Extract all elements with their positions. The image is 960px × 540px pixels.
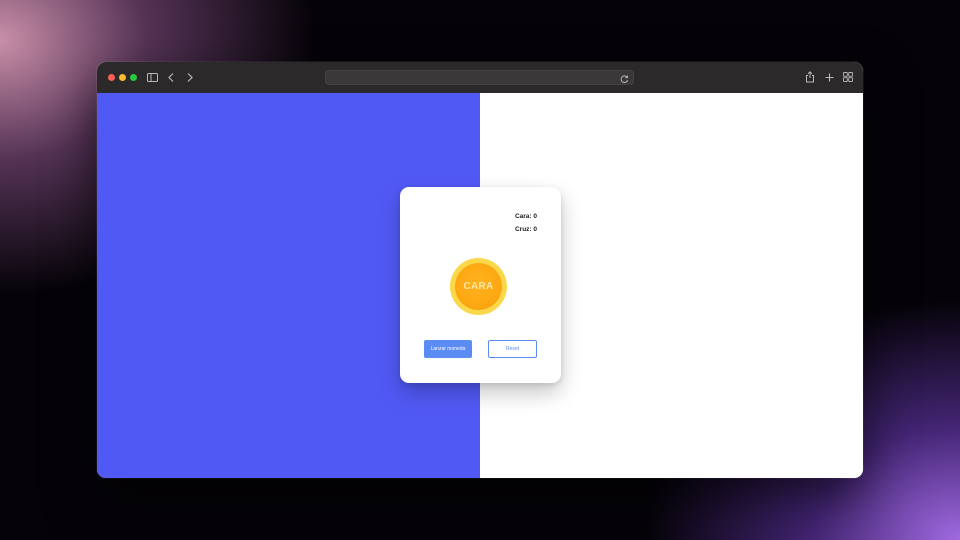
- tails-score: Cruz: 0: [514, 226, 537, 233]
- reset-button[interactable]: Reset: [488, 340, 537, 358]
- flip-coin-button[interactable]: Lanzar moneda: [424, 340, 472, 358]
- zoom-window-button[interactable]: [130, 74, 137, 81]
- coin-face: CARA: [455, 263, 502, 310]
- chevron-right-icon[interactable]: [183, 70, 197, 84]
- sidebar-icon[interactable]: [145, 70, 159, 84]
- browser-toolbar: [97, 62, 863, 94]
- grid-icon[interactable]: [841, 70, 855, 84]
- chevron-left-icon[interactable]: [164, 70, 178, 84]
- share-icon[interactable]: [803, 70, 817, 84]
- reload-icon[interactable]: [619, 72, 630, 84]
- heads-score: Cara: 0: [514, 213, 537, 220]
- address-bar[interactable]: [325, 70, 634, 85]
- browser-window: Cara: 0 Cruz: 0 CARA Lanzar moneda Reset: [97, 62, 863, 478]
- minimize-window-button[interactable]: [119, 74, 126, 81]
- coin-flip-card: Cara: 0 Cruz: 0 CARA Lanzar moneda Reset: [400, 187, 561, 383]
- plus-icon[interactable]: [822, 70, 836, 84]
- coin: CARA: [450, 258, 507, 315]
- page-viewport: Cara: 0 Cruz: 0 CARA Lanzar moneda Reset: [97, 93, 863, 478]
- close-window-button[interactable]: [108, 74, 115, 81]
- coin-label: CARA: [463, 281, 494, 292]
